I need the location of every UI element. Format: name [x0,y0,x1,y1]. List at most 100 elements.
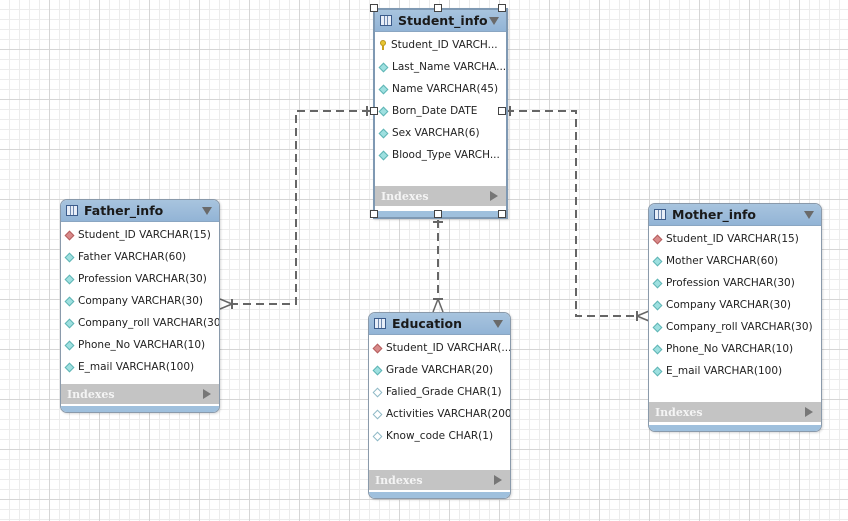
foreign-key-icon [372,343,383,353]
indexes-section[interactable]: Indexes [649,402,821,422]
column-row[interactable]: Born_Date DATE [375,100,506,122]
column-label: Student_ID VARCHAR(15) [666,233,799,245]
column-row[interactable]: Student_ID VARCH... [375,34,506,56]
nullable-column-icon [372,387,383,397]
column-row[interactable]: Student_ID VARCHAR(15) [649,228,821,250]
column-label: Student_ID VARCH... [391,39,498,51]
column-label: Name VARCHAR(45) [392,83,499,95]
relationship-student-education[interactable] [432,220,444,313]
relationship-student-mother[interactable] [506,106,650,322]
table-title: Father_info [84,203,164,218]
resize-handle[interactable] [370,210,378,218]
column-row[interactable]: Profession VARCHAR(30) [649,272,821,294]
column-label: Know_code CHAR(1) [386,430,494,442]
column-icon [378,84,389,94]
table-header[interactable]: Father_info [61,200,219,222]
column-icon [652,344,663,354]
resize-handle[interactable] [370,107,378,115]
expand-arrow-icon[interactable] [203,389,211,399]
indexes-section[interactable]: Indexes [375,186,506,206]
column-row[interactable]: Student_ID VARCHAR(15) [61,224,219,246]
column-row[interactable]: Know_code CHAR(1) [369,425,510,447]
column-row[interactable]: Mother VARCHAR(60) [649,250,821,272]
expand-arrow-icon[interactable] [490,191,498,201]
table-footer [61,406,219,412]
column-label: Student_ID VARCHAR(15) [78,229,211,241]
indexes-label: Indexes [381,189,429,203]
column-row[interactable]: E_mail VARCHAR(100) [649,360,821,382]
column-label: Sex VARCHAR(6) [392,127,480,139]
table-student-info[interactable]: Student_info Student_ID VARCH... Last_Na… [373,8,508,219]
column-label: E_mail VARCHAR(100) [666,365,783,377]
column-row[interactable]: Activities VARCHAR(200) [369,403,510,425]
primary-key-icon [380,40,387,50]
expand-arrow-icon[interactable] [805,407,813,417]
table-header[interactable]: Mother_info [649,204,821,226]
column-icon [64,318,75,328]
column-row[interactable]: Company VARCHAR(30) [61,290,219,312]
collapse-arrow-icon[interactable] [493,319,503,328]
column-label: Company VARCHAR(30) [78,295,204,307]
column-label: Phone_No VARCHAR(10) [78,339,206,351]
column-icon [652,256,663,266]
column-row[interactable]: Grade VARCHAR(20) [369,359,510,381]
column-label: E_mail VARCHAR(100) [78,361,195,373]
table-education[interactable]: Education Student_ID VARCHAR(... Grade V… [368,312,511,499]
table-title: Mother_info [672,207,757,222]
column-icon [64,340,75,350]
resize-handle[interactable] [498,4,506,12]
table-icon [66,205,78,216]
resize-handle[interactable] [498,107,506,115]
foreign-key-icon [652,234,663,244]
column-row[interactable]: Name VARCHAR(45) [375,78,506,100]
column-row[interactable]: Company_roll VARCHAR(30) [649,316,821,338]
column-label: Father VARCHAR(60) [78,251,187,263]
column-label: Company_roll VARCHAR(30) [78,317,220,329]
column-label: Mother VARCHAR(60) [666,255,779,267]
table-header[interactable]: Education [369,313,510,335]
column-label: Last_Name VARCHA... [392,61,507,73]
column-icon [378,62,389,72]
column-row[interactable]: Phone_No VARCHAR(10) [61,334,219,356]
resize-handle[interactable] [434,4,442,12]
indexes-label: Indexes [655,405,703,419]
nullable-column-icon [372,409,383,419]
column-icon [378,150,389,160]
column-row[interactable]: Sex VARCHAR(6) [375,122,506,144]
column-icon [64,362,75,372]
column-label: Phone_No VARCHAR(10) [666,343,794,355]
column-label: Grade VARCHAR(20) [386,364,494,376]
indexes-section[interactable]: Indexes [61,384,219,404]
indexes-section[interactable]: Indexes [369,470,510,490]
column-label: Blood_Type VARCH... [392,149,500,161]
resize-handle[interactable] [498,210,506,218]
column-row[interactable]: Last_Name VARCHA... [375,56,506,78]
column-label: Born_Date DATE [392,105,478,117]
nullable-column-icon [372,431,383,441]
table-mother-info[interactable]: Mother_info Student_ID VARCHAR(15) Mothe… [648,203,822,432]
column-row[interactable]: Falied_Grade CHAR(1) [369,381,510,403]
column-row[interactable]: E_mail VARCHAR(100) [61,356,219,378]
collapse-arrow-icon[interactable] [202,206,212,215]
table-father-info[interactable]: Father_info Student_ID VARCHAR(15) Fathe… [60,199,220,413]
column-row[interactable]: Student_ID VARCHAR(... [369,337,510,359]
column-icon [652,366,663,376]
column-label: Company VARCHAR(30) [666,299,792,311]
column-row[interactable]: Blood_Type VARCH... [375,144,506,166]
table-title: Education [392,316,462,331]
column-row[interactable]: Father VARCHAR(60) [61,246,219,268]
resize-handle[interactable] [434,210,442,218]
expand-arrow-icon[interactable] [494,475,502,485]
column-row[interactable]: Company_roll VARCHAR(30) [61,312,219,334]
column-row[interactable]: Company VARCHAR(30) [649,294,821,316]
column-row[interactable]: Phone_No VARCHAR(10) [649,338,821,360]
resize-handle[interactable] [370,4,378,12]
relationship-student-father[interactable] [219,106,370,310]
indexes-label: Indexes [375,473,423,487]
column-row[interactable]: Profession VARCHAR(30) [61,268,219,290]
column-label: Profession VARCHAR(30) [666,277,795,289]
column-icon [652,300,663,310]
collapse-arrow-icon[interactable] [489,16,499,25]
table-header[interactable]: Student_info [375,10,506,32]
collapse-arrow-icon[interactable] [804,210,814,219]
